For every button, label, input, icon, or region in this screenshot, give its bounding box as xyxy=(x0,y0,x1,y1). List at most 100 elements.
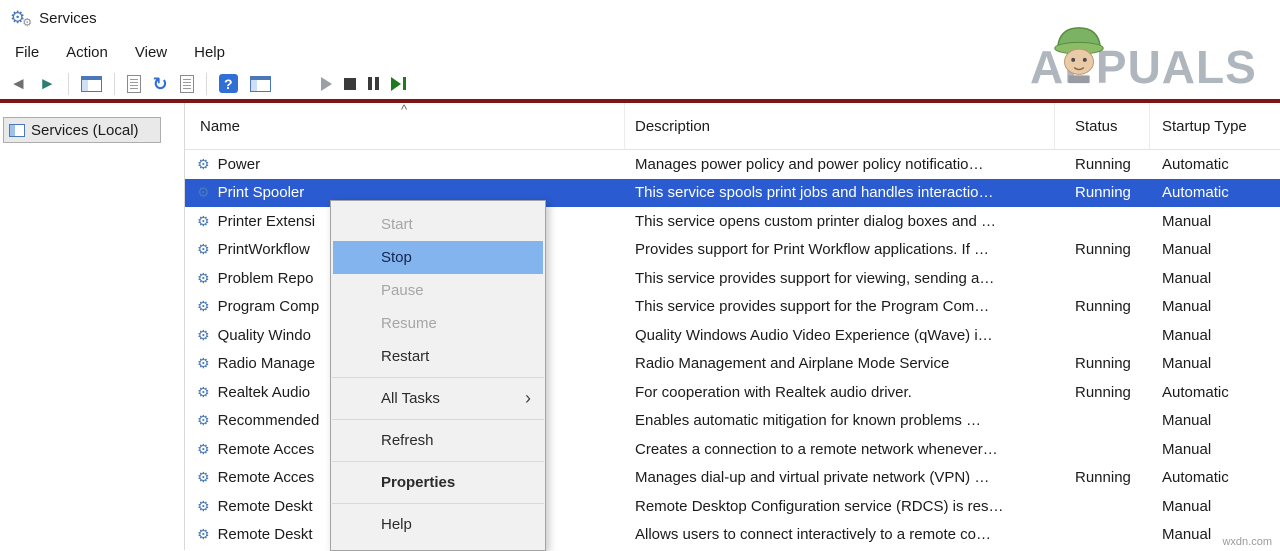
service-description: Enables automatic mitigation for known p… xyxy=(625,412,1055,429)
context-menu: Start Stop Pause Resume Restart All Task… xyxy=(330,200,546,551)
submenu-chevron-icon: › xyxy=(525,382,531,415)
console-node-icon xyxy=(9,124,25,137)
toolbar: ◄ ► ↻ ? xyxy=(0,68,1280,99)
restart-service-icon[interactable] xyxy=(391,77,406,91)
service-startup-type: Manual xyxy=(1150,412,1280,429)
service-name: Remote Acces xyxy=(218,469,315,486)
service-name: Remote Acces xyxy=(218,441,315,458)
service-gear-icon: ⚙ xyxy=(197,270,210,287)
context-menu-item-restart[interactable]: Restart xyxy=(331,340,545,373)
service-name: PrintWorkflow xyxy=(218,241,310,258)
service-gear-icon: ⚙ xyxy=(197,355,210,372)
service-startup-type: Manual xyxy=(1150,355,1280,372)
service-gear-icon: ⚙ xyxy=(197,526,210,543)
service-name: Power xyxy=(218,156,261,173)
service-gear-icon: ⚙ xyxy=(197,498,210,515)
service-gear-icon: ⚙ xyxy=(197,156,210,173)
column-header-startup-type[interactable]: Startup Type xyxy=(1150,103,1280,149)
service-description: Remote Desktop Configuration service (RD… xyxy=(625,498,1055,515)
service-gear-icon: ⚙ xyxy=(197,441,210,458)
service-description: Manages power policy and power policy no… xyxy=(625,156,1055,173)
column-header-status[interactable]: Status xyxy=(1055,103,1150,149)
service-startup-type: Automatic xyxy=(1150,469,1280,486)
service-startup-type: Automatic xyxy=(1150,184,1280,201)
service-startup-type: Automatic xyxy=(1150,156,1280,173)
service-status: Running xyxy=(1055,241,1150,258)
service-description: Manages dial-up and virtual private netw… xyxy=(625,469,1055,486)
service-gear-icon: ⚙ xyxy=(197,469,210,486)
menu-help[interactable]: Help xyxy=(194,44,225,61)
services-app-icon-small: ⚙ xyxy=(22,16,32,29)
sidebar-root-label: Services (Local) xyxy=(31,122,139,139)
column-header-description[interactable]: Description xyxy=(625,103,1055,149)
context-menu-item-help[interactable]: Help xyxy=(331,508,545,541)
pause-service-icon[interactable] xyxy=(368,77,379,90)
menu-view[interactable]: View xyxy=(135,44,167,61)
window-title: Services xyxy=(39,10,97,27)
service-description: Allows users to connect interactively to… xyxy=(625,526,1055,543)
service-startup-type: Manual xyxy=(1150,270,1280,287)
service-gear-icon: ⚙ xyxy=(197,298,210,315)
refresh-icon[interactable]: ↻ xyxy=(153,75,168,93)
service-name: Quality Windo xyxy=(218,327,311,344)
service-startup-type: Manual xyxy=(1150,441,1280,458)
watermark-site-url: wxdn.com xyxy=(1222,536,1272,548)
start-service-icon[interactable] xyxy=(321,77,332,91)
context-menu-item-resume: Resume xyxy=(331,307,545,340)
service-gear-icon: ⚙ xyxy=(197,213,210,230)
back-arrow-icon[interactable]: ◄ xyxy=(10,75,27,92)
toolbar-separator xyxy=(206,73,207,95)
help-icon[interactable]: ? xyxy=(219,74,238,93)
content-area: Services (Local) ^ Name Description Stat… xyxy=(0,103,1280,550)
service-startup-type: Manual xyxy=(1150,241,1280,258)
context-menu-separator xyxy=(332,461,544,462)
service-name: Recommended xyxy=(218,412,320,429)
service-name: Remote Deskt xyxy=(218,498,313,515)
service-gear-icon: ⚙ xyxy=(197,327,210,344)
forward-arrow-icon[interactable]: ► xyxy=(39,75,56,92)
toolbar-separator xyxy=(68,73,69,95)
stop-service-icon[interactable] xyxy=(344,78,356,90)
title-bar: ⚙ ⚙ Services xyxy=(0,0,1280,36)
context-menu-item-stop[interactable]: Stop xyxy=(333,241,543,274)
service-startup-type: Manual xyxy=(1150,327,1280,344)
sidebar-item-services-local[interactable]: Services (Local) xyxy=(3,117,161,143)
service-startup-type: Manual xyxy=(1150,213,1280,230)
save-list-icon[interactable] xyxy=(180,75,194,93)
menu-bar: File Action View Help xyxy=(0,36,1280,68)
service-description: Radio Management and Airplane Mode Servi… xyxy=(625,355,1055,372)
context-menu-item-start: Start xyxy=(331,208,545,241)
service-gear-icon: ⚙ xyxy=(197,184,210,201)
service-name: Realtek Audio xyxy=(218,384,311,401)
service-name: Remote Deskt xyxy=(218,526,313,543)
service-status: Running xyxy=(1055,298,1150,315)
service-status: Running xyxy=(1055,384,1150,401)
context-menu-item-properties[interactable]: Properties xyxy=(331,466,545,499)
menu-action[interactable]: Action xyxy=(66,44,108,61)
show-window-icon[interactable] xyxy=(250,76,271,92)
context-menu-item-pause: Pause xyxy=(331,274,545,307)
service-description: This service spools print jobs and handl… xyxy=(625,184,1055,201)
service-name: Printer Extensi xyxy=(218,213,316,230)
service-description: Quality Windows Audio Video Experience (… xyxy=(625,327,1055,344)
export-list-icon[interactable] xyxy=(127,75,141,93)
service-startup-type: Manual xyxy=(1150,298,1280,315)
service-description: Creates a connection to a remote network… xyxy=(625,441,1055,458)
table-header: ^ Name Description Status Startup Type xyxy=(185,103,1280,150)
all-tasks-label: All Tasks xyxy=(381,390,440,407)
sort-ascending-icon: ^ xyxy=(401,102,407,117)
table-row[interactable]: ⚙ Power Manages power policy and power po… xyxy=(185,150,1280,179)
service-description: For cooperation with Realtek audio drive… xyxy=(625,384,1055,401)
context-menu-item-refresh[interactable]: Refresh xyxy=(331,424,545,457)
service-name: Radio Manage xyxy=(218,355,316,372)
context-menu-separator xyxy=(332,503,544,504)
service-description: This service opens custom printer dialog… xyxy=(625,213,1055,230)
service-description: This service provides support for the Pr… xyxy=(625,298,1055,315)
menu-file[interactable]: File xyxy=(15,44,39,61)
toolbar-separator xyxy=(114,73,115,95)
service-gear-icon: ⚙ xyxy=(197,384,210,401)
show-console-tree-icon[interactable] xyxy=(81,76,102,92)
service-status: Running xyxy=(1055,156,1150,173)
context-menu-item-all-tasks[interactable]: All Tasks › xyxy=(331,382,545,415)
context-menu-separator xyxy=(332,377,544,378)
